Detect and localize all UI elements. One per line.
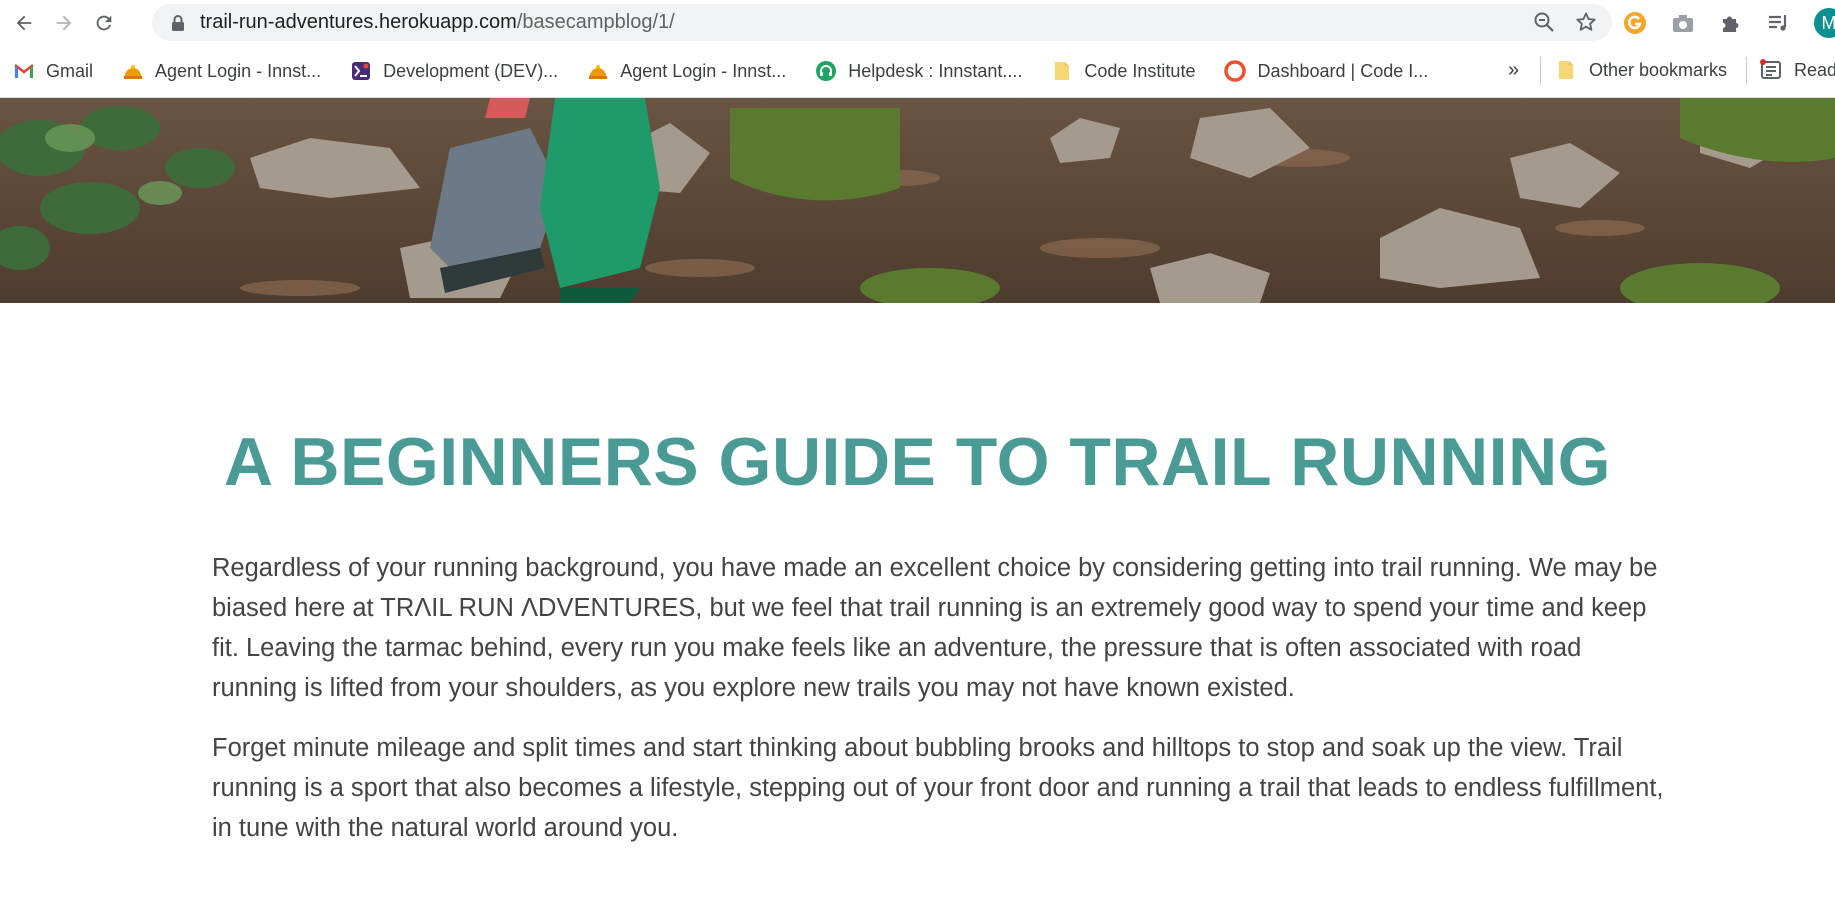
gmail-icon xyxy=(12,60,36,82)
grammarly-extension-icon[interactable] xyxy=(1622,10,1648,36)
folder-icon xyxy=(1555,59,1579,81)
article-title: A BEGINNERS GUIDE TO TRAIL RUNNING xyxy=(223,424,1612,500)
bookmark-label: Gmail xyxy=(46,60,94,81)
reload-button[interactable] xyxy=(84,5,124,41)
back-arrow-icon xyxy=(16,15,32,30)
other-bookmarks-button[interactable]: Other bookmarks xyxy=(1555,59,1727,81)
bookmark-code-institute[interactable]: Code Institute xyxy=(1050,60,1195,82)
bookmark-label: Dashboard | Code I... xyxy=(1257,60,1429,81)
bookmark-dashboard[interactable]: Dashboard | Code I... xyxy=(1223,60,1428,82)
reload-icon xyxy=(96,15,112,30)
bookmark-label: Agent Login - Innst... xyxy=(620,60,787,81)
lock-icon xyxy=(172,14,184,31)
media-control-icon[interactable] xyxy=(1766,10,1792,36)
bookmark-helpdesk[interactable]: Helpdesk : Innstant.... xyxy=(814,60,1022,82)
helpdesk-icon xyxy=(814,60,838,82)
article-paragraph: Forget minute mileage and split times an… xyxy=(212,734,1664,842)
reading-list-icon xyxy=(1760,59,1784,81)
dev-icon xyxy=(349,60,373,82)
folder-icon xyxy=(1050,60,1074,82)
bookmarks-divider xyxy=(1540,57,1541,85)
agent-icon xyxy=(586,60,610,82)
agent-icon xyxy=(121,60,145,82)
url-host: trail-run-adventures.herokuapp.com xyxy=(200,11,517,33)
other-bookmarks-label: Other bookmarks xyxy=(1589,59,1728,80)
profile-avatar[interactable]: M xyxy=(1814,8,1835,38)
address-bar[interactable]: trail-run-adventures.herokuapp.com/basec… xyxy=(152,4,1612,41)
star-icon[interactable] xyxy=(1574,10,1598,34)
bookmarks-bar: Gmail Agent Login - Innst... Development… xyxy=(0,45,1835,98)
bookmark-label: Helpdesk : Innstant.... xyxy=(848,60,1023,81)
reading-list-label: Read xyxy=(1794,59,1835,80)
bookmark-label: Development (DEV)... xyxy=(383,60,559,81)
bookmark-gmail[interactable]: Gmail xyxy=(12,60,93,82)
extensions-puzzle-icon[interactable] xyxy=(1718,10,1744,36)
dashboard-icon xyxy=(1223,60,1247,82)
url-path: /basecampblog/1/ xyxy=(516,11,675,33)
url-text: trail-run-adventures.herokuapp.com/basec… xyxy=(200,11,675,34)
forward-button[interactable] xyxy=(44,5,84,41)
bookmark-label: Agent Login - Innst... xyxy=(155,60,322,81)
hero-image xyxy=(0,98,1835,303)
bookmarks-overflow-button[interactable]: » xyxy=(1508,59,1519,82)
bookmark-development[interactable]: Development (DEV)... xyxy=(349,60,558,82)
bookmarks-divider xyxy=(1746,57,1747,85)
bookmark-agent-login-1[interactable]: Agent Login - Innst... xyxy=(121,60,321,82)
forward-arrow-icon xyxy=(56,15,72,30)
bookmark-label: Code Institute xyxy=(1084,60,1196,81)
back-button[interactable] xyxy=(4,5,44,41)
article-paragraph: Regardless of your running background, y… xyxy=(212,554,1658,702)
browser-toolbar: trail-run-adventures.herokuapp.com/basec… xyxy=(0,0,1835,45)
camera-extension-icon[interactable] xyxy=(1670,10,1696,36)
zoom-icon[interactable] xyxy=(1532,10,1556,34)
bookmark-agent-login-2[interactable]: Agent Login - Innst... xyxy=(586,60,786,82)
trail-photo xyxy=(0,98,1835,303)
reading-list-button[interactable]: Read xyxy=(1760,59,1835,81)
